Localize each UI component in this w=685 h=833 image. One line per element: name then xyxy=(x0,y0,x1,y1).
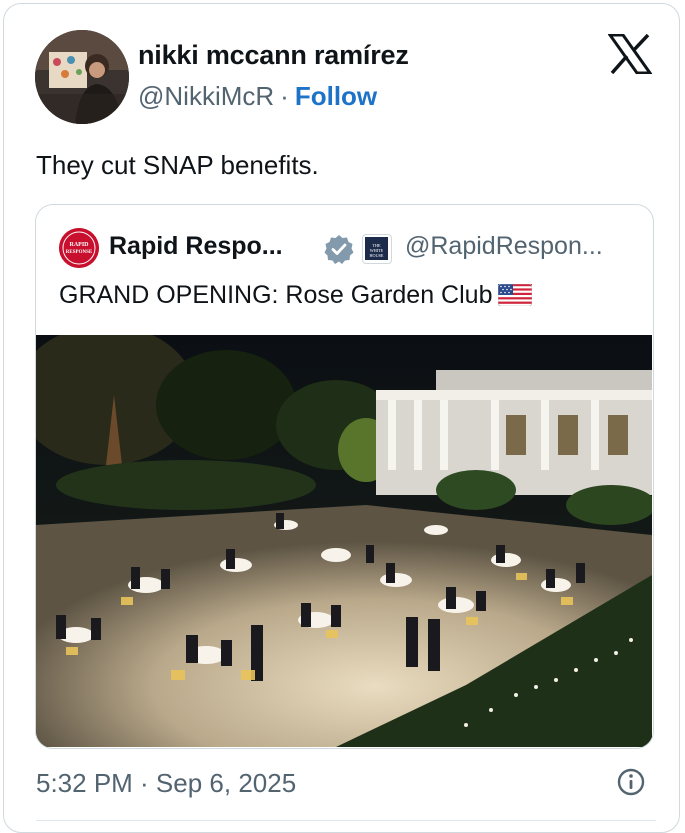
us-flag-icon xyxy=(498,283,533,307)
svg-text:RESPONSE: RESPONSE xyxy=(66,250,93,255)
quoted-tweet[interactable]: RAPID RESPONSE Rapid Respo... THE WHITE … xyxy=(35,204,654,749)
info-icon[interactable] xyxy=(616,767,646,797)
separator-dot: · xyxy=(280,81,289,111)
quote-photo[interactable] xyxy=(36,325,653,747)
tweet-timestamp[interactable]: 5:32 PM · Sep 6, 2025 xyxy=(36,768,296,799)
author-handle[interactable]: @NikkiMcR xyxy=(138,81,274,111)
tweet-card: nikki mccann ramírez @NikkiMcR · Follow Th… xyxy=(3,3,680,833)
quote-author-handle[interactable]: @RapidRespon... xyxy=(405,232,603,261)
quote-author-name[interactable]: Rapid Respo... xyxy=(109,232,283,261)
tweet-text: They cut SNAP benefits. xyxy=(36,150,319,180)
svg-text:HOUSE: HOUSE xyxy=(370,253,384,258)
x-logo-icon[interactable] xyxy=(607,33,653,75)
svg-text:RAPID: RAPID xyxy=(70,242,90,248)
quote-text: GRAND OPENING: Rose Garden Club xyxy=(59,281,533,310)
quote-author-avatar[interactable]: RAPID RESPONSE xyxy=(59,228,99,268)
author-avatar[interactable] xyxy=(35,30,129,124)
quote-text-content: GRAND OPENING: Rose Garden Club xyxy=(59,281,493,309)
author-name[interactable]: nikki mccann ramírez xyxy=(138,40,409,71)
white-house-badge-icon: THE WHITE HOUSE xyxy=(362,234,392,264)
divider xyxy=(36,820,656,821)
verified-badge-icon xyxy=(323,233,355,265)
author-handle-row: @NikkiMcR · Follow xyxy=(138,81,377,112)
follow-button[interactable]: Follow xyxy=(295,81,377,111)
